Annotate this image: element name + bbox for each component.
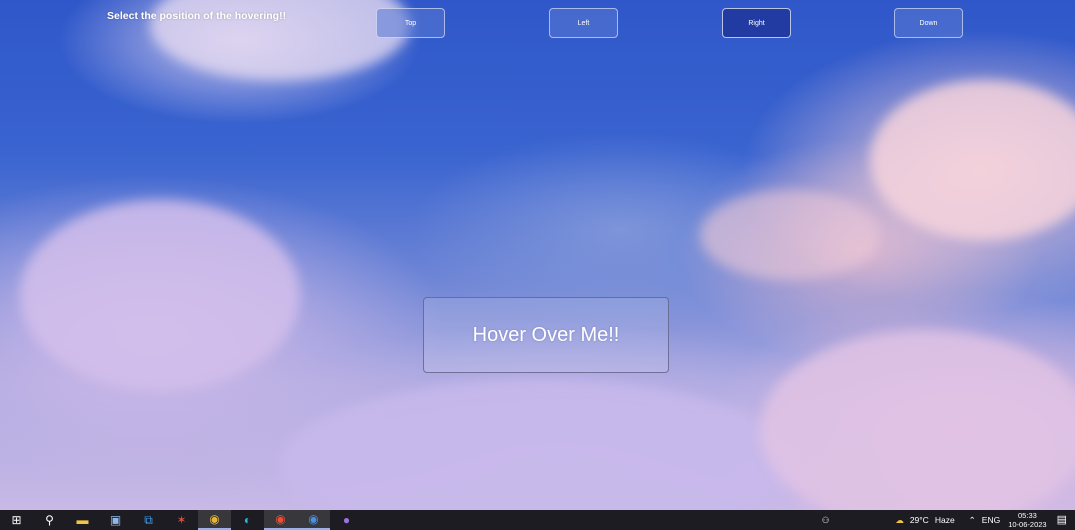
people-icon[interactable]: ⚇ [822,516,830,525]
position-down-button[interactable]: Down [894,8,963,38]
github-icon-glyph: ● [342,513,351,527]
weather-desc[interactable]: Haze [935,515,955,525]
search-icon[interactable]: ⚲ [33,510,66,530]
chrome-icon-glyph: ◉ [209,512,220,526]
app-red-icon[interactable]: ✶ [165,510,198,530]
file-explorer-icon-glyph: ▬ [76,513,89,527]
clock-time: 05:33 [1018,511,1037,520]
app-red-icon-glyph: ✶ [176,513,187,527]
taskbar: ⊞ ⚲ ▬ ▣ ⧉ ✶ ◉ ◐ ◉ ◉ ● ⚇ ☁ 29°C Haze ⌃ ENG 05:33 10… [0,510,1075,530]
chrome-icon[interactable]: ◉ [297,510,330,530]
network-app-icon[interactable]: ▣ [99,510,132,530]
windows-start-icon[interactable]: ⊞ [0,510,33,530]
language-indicator[interactable]: ENG [982,515,1000,525]
chrome-icon-glyph: ◉ [275,512,286,526]
chrome-icon[interactable]: ◉ [264,510,297,530]
clock[interactable]: 05:33 10-06-2023 [1008,511,1046,529]
hover-target-label: Hover Over Me!! [472,323,620,346]
chevron-up-icon[interactable]: ⌃ [969,516,976,525]
hover-target-box[interactable]: Hover Over Me!! [423,297,669,373]
chrome-icon-glyph: ◉ [308,512,319,526]
windows-start-icon-glyph: ⊞ [11,513,22,527]
network-app-icon-glyph: ▣ [109,513,122,527]
weather-temp[interactable]: 29°C [910,515,929,525]
notification-icon[interactable]: ▤ [1057,514,1067,526]
position-left-button[interactable]: Left [549,8,618,38]
chrome-icon[interactable]: ◉ [198,510,231,530]
system-tray: ⚇ ☁ 29°C Haze ⌃ ENG 05:33 10-06-2023 ▤ [816,510,1075,530]
file-explorer-icon[interactable]: ▬ [66,510,99,530]
instruction-text: Select the position of the hovering!! [107,10,287,22]
desktop-background [0,0,1075,510]
position-right-button[interactable]: Right [722,8,791,38]
edge-icon[interactable]: ◐ [231,510,264,530]
edge-icon-glyph: ◐ [243,513,252,527]
vscode-icon[interactable]: ⧉ [132,510,165,530]
position-top-button[interactable]: Top [376,8,445,38]
github-icon[interactable]: ● [330,510,363,530]
weather-icon[interactable]: ☁ [895,516,904,525]
clock-date: 10-06-2023 [1008,520,1047,529]
taskbar-apps: ⊞ ⚲ ▬ ▣ ⧉ ✶ ◉ ◐ ◉ ◉ ● [0,510,363,530]
vscode-icon-glyph: ⧉ [144,513,153,527]
search-icon-glyph: ⚲ [45,513,54,527]
